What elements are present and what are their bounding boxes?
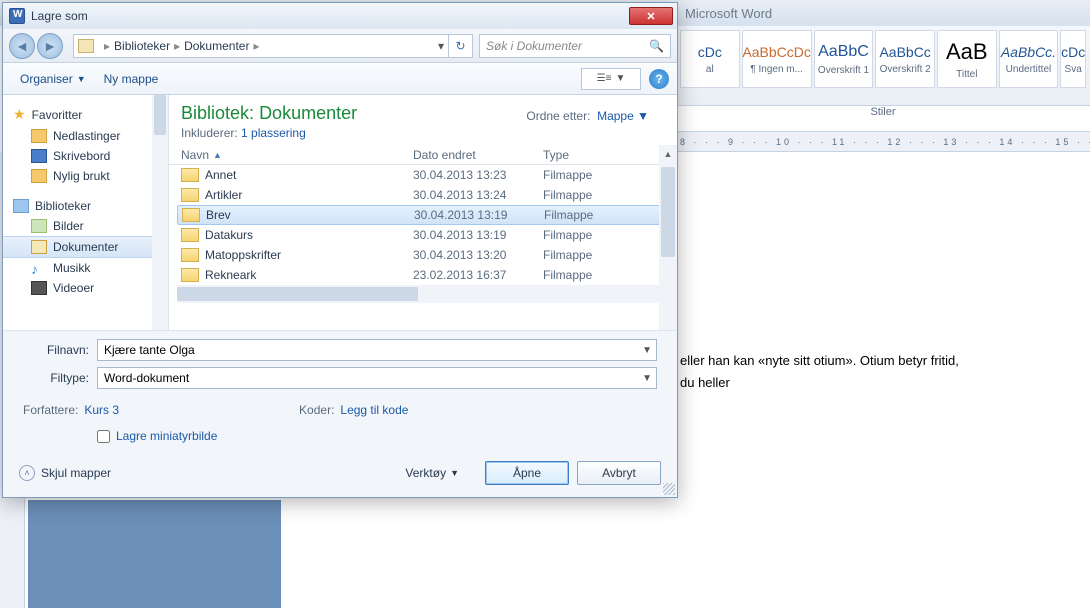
sidebar-item-documents[interactable]: Dokumenter — [3, 236, 168, 258]
save-as-dialog: Lagre som ✕ ◄ ► ▸ Biblioteker ▸ Dokument… — [2, 2, 678, 498]
sidebar-item-pictures[interactable]: Bilder — [3, 216, 168, 236]
style-tile[interactable]: AaBbCcDc¶ Ingen m... — [742, 30, 812, 88]
column-headers[interactable]: Navn ▲ Dato endret Type — [169, 144, 677, 165]
chevron-up-icon: ˄ — [19, 465, 35, 481]
sidebar: ★Favoritter Nedlastinger Skrivebord Nyli… — [3, 95, 169, 330]
thumbnail-checkbox[interactable] — [97, 430, 110, 443]
forward-button[interactable]: ► — [37, 33, 63, 59]
search-icon: 🔍 — [649, 39, 664, 53]
sidebar-item-recent[interactable]: Nylig brukt — [3, 166, 168, 186]
help-button[interactable]: ? — [649, 69, 669, 89]
organize-button[interactable]: Organiser▼ — [11, 68, 95, 90]
document-text: eller han kan «nyte sitt otium». Otium b… — [680, 350, 959, 394]
thumbnail-label: Lagre miniatyrbilde — [116, 429, 217, 443]
new-folder-button[interactable]: Ny mappe — [95, 68, 168, 90]
ribbon-styles: cDcal AaBbCcDc¶ Ingen m... AaBbCOverskri… — [676, 26, 1090, 106]
word-icon — [9, 8, 25, 24]
filetype-label: Filtype: — [23, 371, 89, 385]
filetype-select[interactable]: Word-dokument▼ — [97, 367, 657, 389]
star-icon: ★ — [13, 106, 26, 123]
tools-dropdown[interactable]: Verktøy▼ — [405, 466, 459, 480]
file-row[interactable]: Annet30.04.2013 13:23Filmappe — [169, 165, 677, 185]
refresh-button[interactable]: ↻ — [449, 34, 473, 58]
file-list-pane: Bibliotek: Dokumenter Inkluderer: 1 plas… — [169, 95, 677, 330]
library-icon — [78, 39, 94, 53]
dialog-title: Lagre som — [31, 9, 88, 23]
sidebar-favorites[interactable]: ★Favoritter — [3, 103, 168, 126]
close-button[interactable]: ✕ — [629, 7, 673, 25]
music-icon: ♪ — [31, 261, 47, 275]
authors-label: Forfattere: — [23, 403, 78, 417]
tags-label: Koder: — [299, 403, 334, 417]
file-row[interactable]: Artikler30.04.2013 13:24Filmappe — [169, 185, 677, 205]
cancel-button[interactable]: Avbryt — [577, 461, 661, 485]
location-includes: Inkluderer: 1 plassering — [181, 126, 665, 140]
app-title: Microsoft Word — [685, 6, 772, 21]
filename-label: Filnavn: — [23, 343, 89, 357]
style-tile[interactable]: cDcSva — [1060, 30, 1086, 88]
sidebar-item-downloads[interactable]: Nedlastinger — [3, 126, 168, 146]
file-row[interactable]: Datakurs30.04.2013 13:19Filmappe — [169, 225, 677, 245]
documents-icon — [31, 240, 47, 254]
folder-icon — [181, 268, 199, 282]
toolbar: Organiser▼ Ny mappe ☰≡▼ ? — [3, 63, 677, 95]
folder-icon — [181, 168, 199, 182]
view-button[interactable]: ☰≡▼ — [581, 68, 641, 90]
nav-row: ◄ ► ▸ Biblioteker ▸ Dokumenter ▸ ▾ ↻ Søk… — [3, 29, 677, 63]
resize-grip[interactable] — [663, 483, 675, 495]
style-tile[interactable]: AaBbCcOverskrift 2 — [875, 30, 935, 88]
desktop-icon — [31, 149, 47, 163]
dialog-titlebar[interactable]: Lagre som ✕ — [3, 3, 677, 29]
sort-asc-icon: ▲ — [213, 150, 222, 160]
filename-input[interactable]: Kjære tante Olga▼ — [97, 339, 657, 361]
includes-link[interactable]: 1 plassering — [241, 126, 306, 140]
file-row[interactable]: Matoppskrifter30.04.2013 13:20Filmappe — [169, 245, 677, 265]
sidebar-scrollbar[interactable] — [152, 95, 168, 330]
folder-icon — [181, 188, 199, 202]
tags-value[interactable]: Legg til kode — [340, 403, 408, 417]
sidebar-libraries[interactable]: Biblioteker — [3, 196, 168, 216]
authors-value[interactable]: Kurs 3 — [84, 403, 119, 417]
sidebar-item-videos[interactable]: Videoer — [3, 278, 168, 298]
vertical-scrollbar[interactable]: ▲ — [659, 145, 677, 330]
folder-icon — [182, 208, 200, 222]
folder-icon — [181, 248, 199, 262]
breadcrumb-part[interactable]: Biblioteker — [114, 39, 170, 53]
folder-icon — [181, 228, 199, 242]
hide-folders-button[interactable]: ˄Skjul mapper — [19, 465, 111, 481]
style-tile[interactable]: AaBTittel — [937, 30, 997, 88]
folder-icon — [31, 169, 47, 183]
stiler-group-label: Stiler — [676, 106, 1090, 132]
pictures-icon — [31, 219, 47, 233]
breadcrumb-part[interactable]: Dokumenter — [184, 39, 249, 53]
style-tile[interactable]: cDcal — [680, 30, 740, 88]
file-row[interactable]: Brev30.04.2013 13:19Filmappe — [177, 205, 669, 225]
horizontal-scrollbar[interactable] — [177, 285, 659, 303]
page-preview — [28, 500, 281, 608]
ruler: 8 · · · 9 · · · 10 · · · 11 · · · 12 · ·… — [676, 132, 1090, 152]
order-by[interactable]: Ordne etter: Mappe ▼ — [526, 109, 649, 123]
back-button[interactable]: ◄ — [9, 33, 35, 59]
breadcrumb[interactable]: ▸ Biblioteker ▸ Dokumenter ▸ ▾ — [73, 34, 449, 58]
file-row[interactable]: Rekneark23.02.2013 16:37Filmappe — [169, 265, 677, 285]
search-input[interactable]: Søk i Dokumenter 🔍 — [479, 34, 671, 58]
open-button[interactable]: Åpne — [485, 461, 569, 485]
sidebar-item-music[interactable]: ♪Musikk — [3, 258, 168, 278]
video-icon — [31, 281, 47, 295]
sidebar-item-desktop[interactable]: Skrivebord — [3, 146, 168, 166]
library-icon — [13, 199, 29, 213]
style-tile[interactable]: AaBbCOverskrift 1 — [814, 30, 874, 88]
style-tile[interactable]: AaBbCc.Undertittel — [999, 30, 1059, 88]
folder-icon — [31, 129, 47, 143]
